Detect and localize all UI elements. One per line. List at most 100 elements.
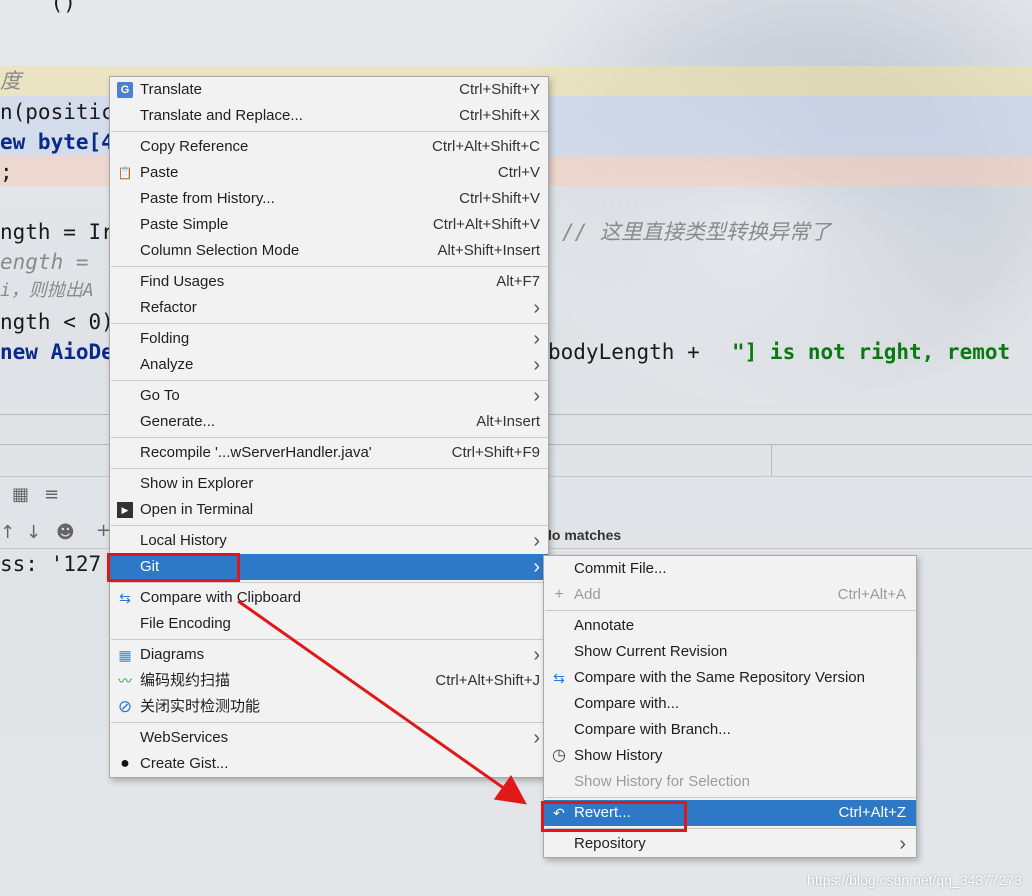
menu-item-find-usages[interactable]: Find Usages Alt+F7 [110,269,548,295]
menu-item-webservices[interactable]: WebServices › [110,725,548,751]
menu-item-local-history[interactable]: Local History › [110,528,548,554]
menu-item-commit-file[interactable]: Commit File... [544,556,916,582]
code-line: n(positic [0,100,114,124]
menu-item-diagrams[interactable]: ▦ Diagrams › [110,642,548,668]
menu-item-label: Create Gist... [140,755,229,772]
chevron-right-icon: › [533,530,540,552]
menu-item-shortcut: Ctrl+Shift+V [459,190,540,207]
code-line: new AioDe [0,340,114,364]
menu-item-translate[interactable]: G Translate Ctrl+Shift+Y [110,77,548,103]
menu-item-compare-with[interactable]: Compare with... [544,691,916,717]
chevron-right-icon: › [533,328,540,350]
menu-item-translate-and-replace[interactable]: Translate and Replace... Ctrl+Shift+X [110,103,548,129]
menu-item-create-gist[interactable]: ● Create Gist... [110,751,548,777]
menu-item-show-history-for-selection: Show History for Selection [544,769,916,795]
menu-item-shortcut: Ctrl+Alt+Shift+V [432,216,540,233]
menu-item-label: Translate [140,81,202,98]
scan-icon: 〰 [118,673,132,689]
menu-item-compare-with-clipboard[interactable]: ⇆ Compare with Clipboard [110,585,548,611]
menu-item-paste-simple[interactable]: Paste Simple Ctrl+Alt+Shift+V [110,212,548,238]
console-output: ss: '127 [0,552,102,576]
menu-item-generate[interactable]: Generate... Alt+Insert [110,409,548,435]
arrow-up-icon[interactable]: ↑ [0,522,15,543]
menu-item-label: File Encoding [140,615,231,632]
menu-separator [111,131,548,132]
menu-item-label: Paste from History... [140,190,275,207]
menu-item-repository[interactable]: Repository › [544,831,916,857]
menu-item-shortcut: Ctrl+Shift+Y [459,81,540,98]
menu-item-label: Recompile '...wServerHandler.java' [140,444,372,461]
menu-separator [111,380,548,381]
menu-item-add: + Add Ctrl+Alt+A [544,582,916,608]
menu-separator [111,266,548,267]
menu-item-label: Repository [574,835,646,852]
menu-item-label: Translate and Replace... [140,107,303,124]
chevron-right-icon: › [533,385,540,407]
git-highlight-box [107,553,240,582]
menu-item-column-selection-mode[interactable]: Column Selection Mode Alt+Shift+Insert [110,238,548,264]
menu-item-shortcut: Ctrl+Alt+Shift+C [432,138,540,155]
menu-item-label: Show History [574,747,663,764]
menu-item-label: Find Usages [140,273,225,290]
menu-separator [111,582,548,583]
menu-item-folding[interactable]: Folding › [110,326,548,352]
menu-item-label: Annotate [574,617,635,634]
code-line: ew byte[4 [0,130,114,154]
menu-item-recompile-wserverhandler-java[interactable]: Recompile '...wServerHandler.java' Ctrl+S… [110,440,548,466]
menu-item-analyze[interactable]: Analyze › [110,352,548,378]
add-icon: + [554,586,564,603]
menu-item-compare-with-branch[interactable]: Compare with Branch... [544,717,916,743]
panel-divider [771,444,772,476]
chevron-right-icon: › [533,556,540,578]
menu-item-file-encoding[interactable]: File Encoding [110,611,548,637]
menu-item-item[interactable]: 〰编码规约扫描 Ctrl+Alt+Shift+J [110,668,548,694]
menu-separator [111,468,548,469]
chevron-right-icon: › [533,644,540,666]
disable-icon: ⊘ [117,697,133,716]
chevron-right-icon: › [899,833,906,855]
menu-separator [111,639,548,640]
github-icon: ● [120,755,130,772]
menu-item-annotate[interactable]: Annotate [544,613,916,639]
menu-separator [111,437,548,438]
code-line: 度 [0,69,21,93]
menu-item-paste[interactable]: 📋 Paste Ctrl+V [110,160,548,186]
menu-item-paste-from-history[interactable]: Paste from History... Ctrl+Shift+V [110,186,548,212]
code-line: () [0,0,76,15]
menu-item-label: Refactor [140,299,197,316]
code-line: i，则抛出A [0,280,94,301]
filter-icon[interactable]: ≡ [44,484,59,505]
menu-item-copy-reference[interactable]: Copy Reference Ctrl+Alt+Shift+C [110,134,548,160]
menu-item-label: Copy Reference [140,138,249,155]
menu-item-show-in-explorer[interactable]: Show in Explorer [110,471,548,497]
user-icon[interactable]: ☻ [56,522,75,543]
menu-item-label: Open in Terminal [140,501,254,518]
code-line: ; [0,160,13,184]
diagram-icon: ▦ [118,647,132,663]
menu-item-label: Add [574,586,601,603]
menu-item-open-in-terminal[interactable]: ▶ Open in Terminal [110,497,548,523]
menu-item-label: Show History for Selection [574,773,750,790]
menu-separator [545,797,916,798]
table-icon[interactable]: ▦ [12,484,29,505]
menu-item-label: Compare with the Same Repository Version [574,669,865,686]
chevron-right-icon: › [533,727,540,749]
menu-item-item[interactable]: ⊘ 关闭实时检测功能 [110,694,548,720]
menu-item-label: Local History [140,532,227,549]
code-line: ngth < 0) [0,310,114,334]
arrow-down-icon[interactable]: ↓ [26,522,41,543]
menu-item-label: Go To [140,387,180,404]
menu-item-shortcut: Ctrl+V [497,164,540,181]
menu-item-go-to[interactable]: Go To › [110,383,548,409]
menu-item-show-current-revision[interactable]: Show Current Revision [544,639,916,665]
menu-item-label: Compare with... [574,695,680,712]
menu-item-refactor[interactable]: Refactor › [110,295,548,321]
code-string-literal: "] is not right, remot [732,340,1011,364]
menu-item-label: Column Selection Mode [140,242,300,259]
history-icon: ◷ [552,747,566,764]
menu-separator [111,722,548,723]
chevron-right-icon: › [533,354,540,376]
menu-item-label: Diagrams [140,646,205,663]
menu-item-compare-with-the-same-repository-version[interactable]: ⇆ Compare with the Same Repository Versio… [544,665,916,691]
menu-item-show-history[interactable]: ◷ Show History [544,743,916,769]
